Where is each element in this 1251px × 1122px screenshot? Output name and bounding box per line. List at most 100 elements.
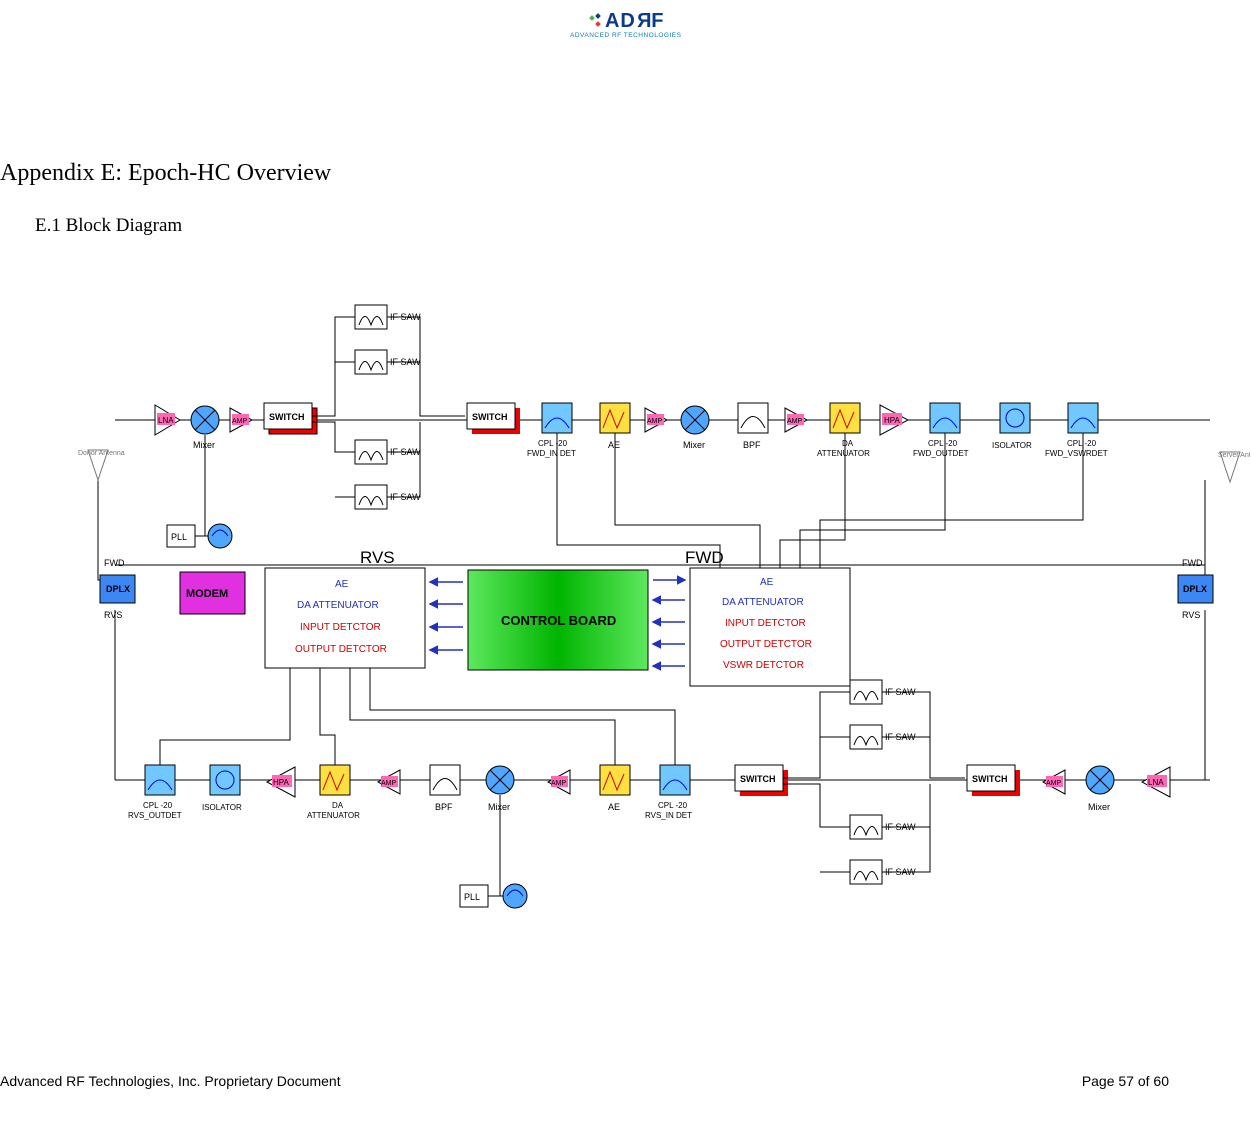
- svg-text:CPL -20FWD_IN DET: CPL -20FWD_IN DET: [527, 439, 576, 458]
- svg-text:DA ATTENUATOR: DA ATTENUATOR: [297, 600, 379, 611]
- footer-left: Advanced RF Technologies, Inc. Proprieta…: [0, 1073, 341, 1089]
- svg-text:HPA: HPA: [273, 778, 290, 787]
- svg-text:PLL: PLL: [171, 532, 187, 542]
- amp-bot2-icon: AMP: [548, 770, 570, 794]
- modem-icon: MODEM: [180, 572, 245, 614]
- isolator-bot-icon: ISOLATOR: [202, 765, 242, 812]
- svg-text:SWITCH: SWITCH: [972, 774, 1008, 784]
- svg-text:Mixer: Mixer: [683, 440, 705, 450]
- svg-text:MODEM: MODEM: [186, 588, 228, 600]
- amp-bot3-icon: AMP: [1043, 770, 1065, 794]
- lna-top-icon: LNA: [155, 405, 180, 435]
- cpl-rvs-in-icon: CPL -20RVS_IN DET: [645, 765, 692, 820]
- control-board-icon: CONTROL BOARD: [468, 570, 648, 670]
- switch-top-left-icon: SWITCH: [264, 403, 317, 434]
- svg-text:FWD: FWD: [104, 558, 125, 568]
- hpa-bot-icon: HPA: [267, 767, 295, 797]
- svg-text:DAATTENUATOR: DAATTENUATOR: [307, 801, 360, 820]
- svg-text:AMP: AMP: [551, 780, 567, 787]
- amp-bot1-icon: AMP: [378, 770, 400, 794]
- logo: ADRF ADVANCED RF TECHNOLOGIES: [570, 10, 681, 39]
- pll-top-icon: PLL: [167, 435, 232, 548]
- hpa-top-icon: HPA: [880, 405, 908, 435]
- svg-text:DA ATTENUATOR: DA ATTENUATOR: [722, 597, 804, 608]
- cpl-rvs-out-icon: CPL -20RVS_OUTDET: [128, 765, 182, 820]
- svg-text:CPL -20RVS_OUTDET: CPL -20RVS_OUTDET: [128, 801, 182, 820]
- da-atten-top-icon: DAATTENUATOR: [817, 403, 870, 458]
- svg-text:BPF: BPF: [435, 802, 453, 812]
- rvs-block: AE DA ATTENUATOR INPUT DETCTOR OUTPUT DE…: [265, 568, 425, 668]
- cpl-fwd-out-icon: CPL -20FWD_OUTDET: [913, 403, 969, 458]
- switch-bot-left-icon: SWITCH: [735, 765, 788, 796]
- rvs-label: RVS: [360, 548, 395, 567]
- svg-text:VSWR DETCTOR: VSWR DETCTOR: [723, 660, 804, 671]
- svg-text:CPL -20RVS_IN DET: CPL -20RVS_IN DET: [645, 801, 692, 820]
- svg-text:Donor Antenna: Donor Antenna: [78, 450, 125, 457]
- switch-bot-right-icon: SWITCH: [967, 765, 1020, 796]
- svg-text:OUTPUT DETCTOR: OUTPUT DETCTOR: [720, 639, 812, 650]
- fwd-label: FWD: [685, 548, 724, 567]
- svg-text:AE: AE: [760, 577, 774, 588]
- svg-text:SWITCH: SWITCH: [740, 774, 776, 784]
- logo-subtext: ADVANCED RF TECHNOLOGIES: [570, 32, 681, 39]
- svg-text:LNA: LNA: [158, 416, 174, 425]
- bpf-top-icon: BPF: [738, 403, 768, 450]
- da-atten-bot-icon: DAATTENUATOR: [307, 765, 360, 820]
- svg-text:Mixer: Mixer: [488, 802, 510, 812]
- svg-text:AMP: AMP: [232, 418, 248, 425]
- svg-text:SWITCH: SWITCH: [472, 412, 508, 422]
- svg-text:INPUT DETCTOR: INPUT DETCTOR: [725, 618, 806, 629]
- amp2-icon: AMP: [645, 408, 667, 432]
- donor-antenna-icon: Donor Antenna: [78, 450, 125, 480]
- svg-text:DPLX: DPLX: [1183, 584, 1207, 594]
- svg-text:OUTPUT DETCTOR: OUTPUT DETCTOR: [295, 644, 387, 655]
- svg-text:CONTROL BOARD: CONTROL BOARD: [501, 613, 616, 628]
- svg-text:DAATTENUATOR: DAATTENUATOR: [817, 439, 870, 458]
- section-title: E.1 Block Diagram: [35, 215, 182, 237]
- svg-text:AMP: AMP: [381, 780, 397, 787]
- svg-text:AE: AE: [608, 440, 620, 450]
- svg-text:AMP: AMP: [647, 418, 663, 425]
- cpl-fwd-in-icon: CPL -20FWD_IN DET: [527, 403, 576, 458]
- svg-text:PLL: PLL: [464, 892, 480, 902]
- if-saw-bank-top: IF SAW IF SAW IF SAW IF SAW: [312, 305, 465, 509]
- svg-text:RVS: RVS: [104, 610, 122, 620]
- switch-top-right-icon: SWITCH: [467, 403, 520, 434]
- svg-text:CPL -20FWD_VSWRDET: CPL -20FWD_VSWRDET: [1045, 439, 1108, 458]
- lna-bot-icon: LNA: [1142, 767, 1170, 797]
- svg-text:INPUT DETCTOR: INPUT DETCTOR: [300, 622, 381, 633]
- svg-text:RVS: RVS: [1182, 610, 1200, 620]
- amp1-icon: AMP: [230, 408, 252, 432]
- svg-text:ISOLATOR: ISOLATOR: [202, 803, 242, 812]
- ae-bot-icon: AE: [600, 765, 630, 812]
- svg-text:AE: AE: [608, 802, 620, 812]
- mixer-top-right-icon: Mixer: [681, 406, 709, 450]
- svg-text:DPLX: DPLX: [106, 584, 130, 594]
- svg-text:SWITCH: SWITCH: [269, 412, 305, 422]
- amp3-icon: AMP: [785, 408, 807, 432]
- page-title: Appendix E: Epoch-HC Overview: [0, 160, 331, 187]
- footer-right: Page 57 of 60: [1082, 1073, 1169, 1089]
- svg-text:FWD: FWD: [1182, 558, 1203, 568]
- svg-text:AMP: AMP: [787, 418, 803, 425]
- svg-text:Server Antenna: Server Antenna: [1218, 452, 1250, 459]
- svg-text:ISOLATOR: ISOLATOR: [992, 441, 1032, 450]
- block-diagram: Donor Antenna Server Antenna DPLX FWD RV…: [60, 280, 1250, 950]
- svg-text:Mixer: Mixer: [1088, 802, 1110, 812]
- svg-text:CPL -20FWD_OUTDET: CPL -20FWD_OUTDET: [913, 439, 969, 458]
- mixer-bot-right-icon: Mixer: [1086, 766, 1114, 812]
- svg-text:BPF: BPF: [743, 440, 761, 450]
- svg-text:Mixer: Mixer: [193, 440, 215, 450]
- isolator-top-icon: ISOLATOR: [992, 403, 1032, 450]
- bpf-bot-icon: BPF: [430, 765, 460, 812]
- server-antenna-icon: Server Antenna: [1218, 452, 1250, 482]
- fwd-block: AE DA ATTENUATOR INPUT DETCTOR OUTPUT DE…: [690, 568, 850, 686]
- svg-text:AMP: AMP: [1046, 780, 1062, 787]
- if-saw-bank-bottom: IF SAW IF SAW IF SAW IF SAW: [783, 680, 965, 884]
- cpl-fwd-vswr-icon: CPL -20FWD_VSWRDET: [1045, 403, 1108, 458]
- dplx-right-icon: DPLX FWD RVS: [1178, 558, 1213, 620]
- dplx-left-icon: DPLX FWD RVS: [100, 558, 135, 620]
- svg-text:HPA: HPA: [884, 416, 901, 425]
- svg-text:AE: AE: [335, 579, 349, 590]
- svg-text:LNA: LNA: [1148, 778, 1164, 787]
